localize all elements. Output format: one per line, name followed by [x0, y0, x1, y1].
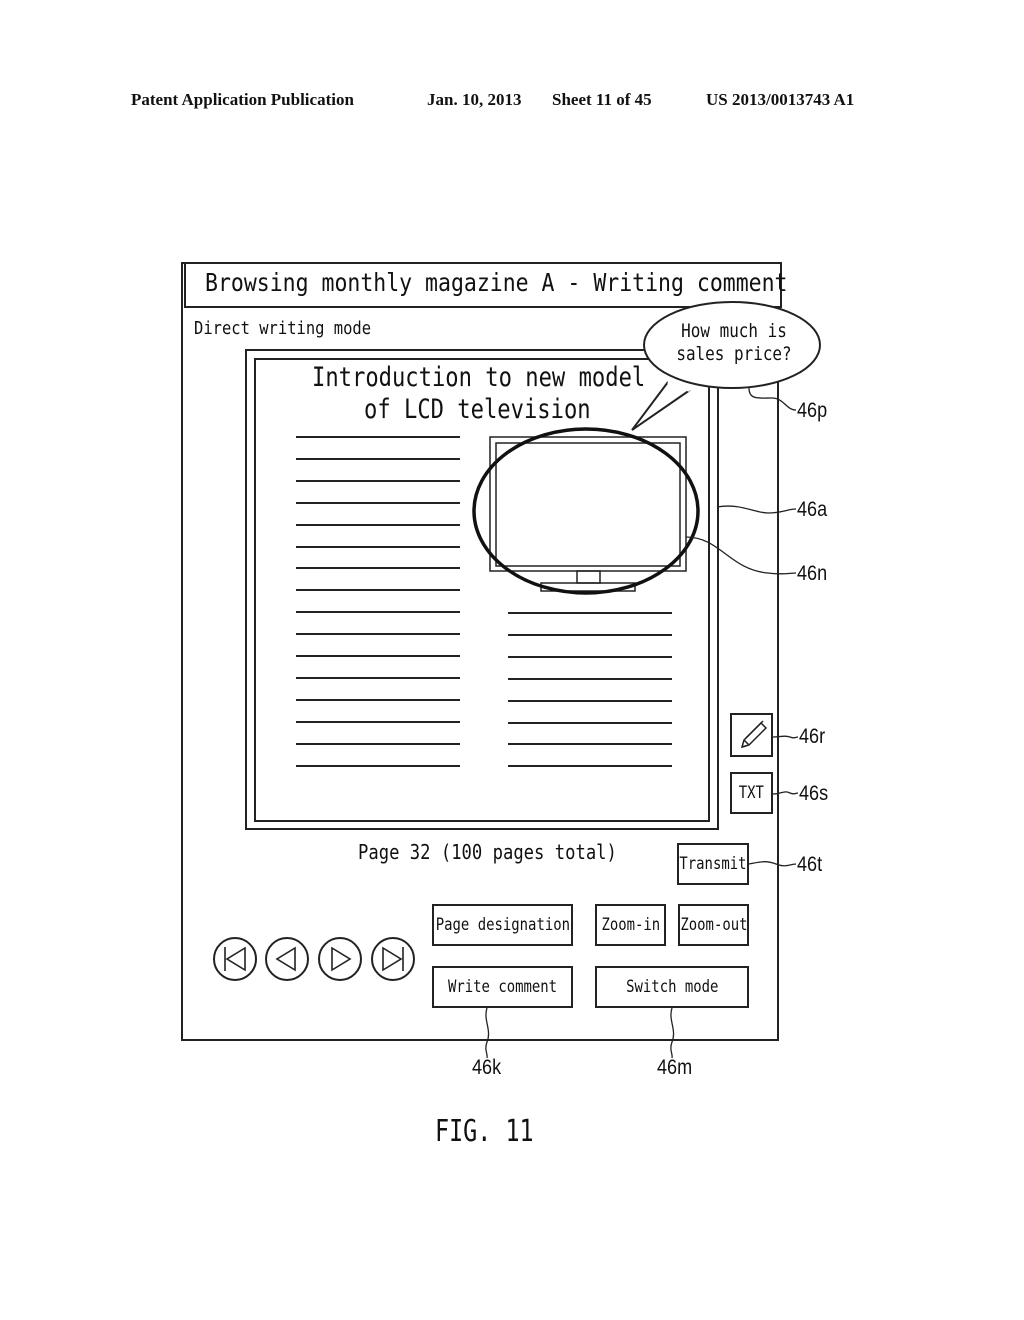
mode-label: Direct writing mode: [194, 318, 372, 339]
transmit-label: Transmit: [679, 854, 747, 874]
text-line-left: [296, 458, 460, 460]
next-page-button[interactable]: [318, 937, 362, 981]
skip-to-first-icon: [224, 946, 246, 972]
patent-date: Jan. 10, 2013: [427, 90, 522, 109]
previous-page-button[interactable]: [265, 937, 309, 981]
page-indicator: Page 32 (100 pages total): [358, 840, 617, 864]
ref-label-46k: 46k: [472, 1056, 502, 1079]
text-line-left: [296, 633, 460, 635]
text-line-left: [296, 611, 460, 613]
text-line-left: [296, 743, 460, 745]
ref-label-46p: 46p: [797, 399, 828, 422]
text-line-left: [296, 721, 460, 723]
text-line-left: [296, 567, 460, 569]
text-line-left: [296, 677, 460, 679]
text-line-right: [508, 656, 672, 658]
zoom-in-label: Zoom-in: [601, 915, 660, 935]
comment-text-line2: sales price?: [676, 343, 792, 365]
ref-label-46s: 46s: [799, 782, 829, 805]
ref-label-46a: 46a: [797, 498, 828, 521]
text-line-right: [508, 634, 672, 636]
article-headline-line1: Introduction to new model: [312, 362, 646, 393]
text-line-right: [508, 722, 672, 724]
last-page-button[interactable]: [371, 937, 415, 981]
text-line-left: [296, 502, 460, 504]
text-line-right: [508, 678, 672, 680]
ref-label-46n: 46n: [797, 562, 828, 585]
page-designation-button[interactable]: Page designation: [432, 904, 573, 946]
next-icon: [331, 946, 352, 972]
zoom-out-button[interactable]: Zoom-out: [678, 904, 749, 946]
ref-label-46r: 46r: [799, 725, 826, 748]
zoom-in-button[interactable]: Zoom-in: [595, 904, 666, 946]
text-line-right: [508, 612, 672, 614]
pen-tool-button[interactable]: [730, 713, 773, 757]
previous-icon: [275, 946, 296, 972]
text-tool-label: TXT: [738, 783, 765, 803]
ref-label-46t: 46t: [797, 853, 823, 876]
write-comment-label: Write comment: [447, 977, 558, 997]
article-headline-line2: of LCD television: [364, 394, 591, 425]
patent-sheet: Sheet 11 of 45: [552, 90, 652, 109]
text-line-left: [296, 436, 460, 438]
text-line-right: [508, 700, 672, 702]
figure-label: FIG. 11: [435, 1114, 534, 1149]
text-line-left: [296, 480, 460, 482]
text-line-right: [508, 765, 672, 767]
patent-number: US 2013/0013743 A1: [706, 90, 855, 109]
ref-label-46m: 46m: [657, 1056, 693, 1079]
switch-mode-button[interactable]: Switch mode: [595, 966, 749, 1008]
text-line-right: [508, 743, 672, 745]
text-line-left: [296, 655, 460, 657]
write-comment-button[interactable]: Write comment: [432, 966, 573, 1008]
skip-to-last-icon: [382, 946, 404, 972]
first-page-button[interactable]: [213, 937, 257, 981]
pencil-icon: [740, 720, 767, 749]
text-line-left: [296, 546, 460, 548]
patent-publication-label: Patent Application Publication: [131, 90, 354, 109]
zoom-out-label: Zoom-out: [679, 915, 748, 935]
text-line-left: [296, 524, 460, 526]
text-line-left: [296, 765, 460, 767]
comment-text-line1: How much is: [681, 320, 787, 342]
transmit-button[interactable]: Transmit: [677, 843, 749, 885]
page-designation-label: Page designation: [435, 915, 570, 935]
text-line-left: [296, 699, 460, 701]
screen-title: Browsing monthly magazine A - Writing co…: [205, 268, 788, 297]
text-line-left: [296, 589, 460, 591]
text-tool-button[interactable]: TXT: [730, 772, 773, 814]
switch-mode-label: Switch mode: [625, 977, 719, 997]
